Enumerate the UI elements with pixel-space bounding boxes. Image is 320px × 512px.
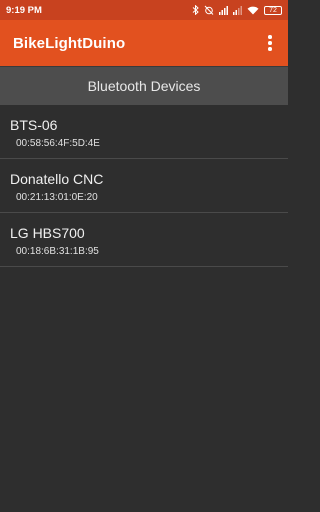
overflow-menu-icon[interactable]	[262, 31, 278, 55]
device-item[interactable]: Donatello CNC 00:21:13:01:0E:20	[0, 159, 288, 213]
status-icons: 72	[192, 5, 282, 15]
device-address: 00:58:56:4F:5D:4E	[16, 138, 100, 149]
signal-icon	[219, 5, 228, 15]
device-item[interactable]: BTS-06 00:58:56:4F:5D:4E	[0, 105, 288, 159]
wifi-icon	[247, 6, 259, 15]
status-time: 9:19 PM	[6, 4, 42, 16]
device-name: BTS-06	[10, 117, 58, 133]
device-list: BTS-06 00:58:56:4F:5D:4E Donatello CNC 0…	[0, 105, 288, 267]
device-name: Donatello CNC	[10, 171, 104, 187]
menu-dot	[268, 35, 272, 39]
signal-icon	[233, 5, 242, 15]
section-title: Bluetooth Devices	[87, 78, 201, 94]
app-bar: BikeLightDuino	[0, 20, 288, 66]
app-title: BikeLightDuino	[13, 34, 126, 52]
bluetooth-icon	[192, 5, 199, 15]
device-name: LG HBS700	[10, 225, 85, 241]
menu-dot	[268, 41, 272, 45]
menu-dot	[268, 47, 272, 51]
device-item[interactable]: LG HBS700 00:18:6B:31:1B:95	[0, 213, 288, 267]
section-header: Bluetooth Devices	[0, 66, 288, 105]
status-bar: 9:19 PM 72	[0, 0, 288, 20]
battery-level: 72	[269, 6, 277, 14]
battery-icon: 72	[264, 5, 282, 15]
alarm-off-icon	[204, 5, 214, 15]
device-address: 00:18:6B:31:1B:95	[16, 246, 99, 257]
device-address: 00:21:13:01:0E:20	[16, 192, 98, 203]
